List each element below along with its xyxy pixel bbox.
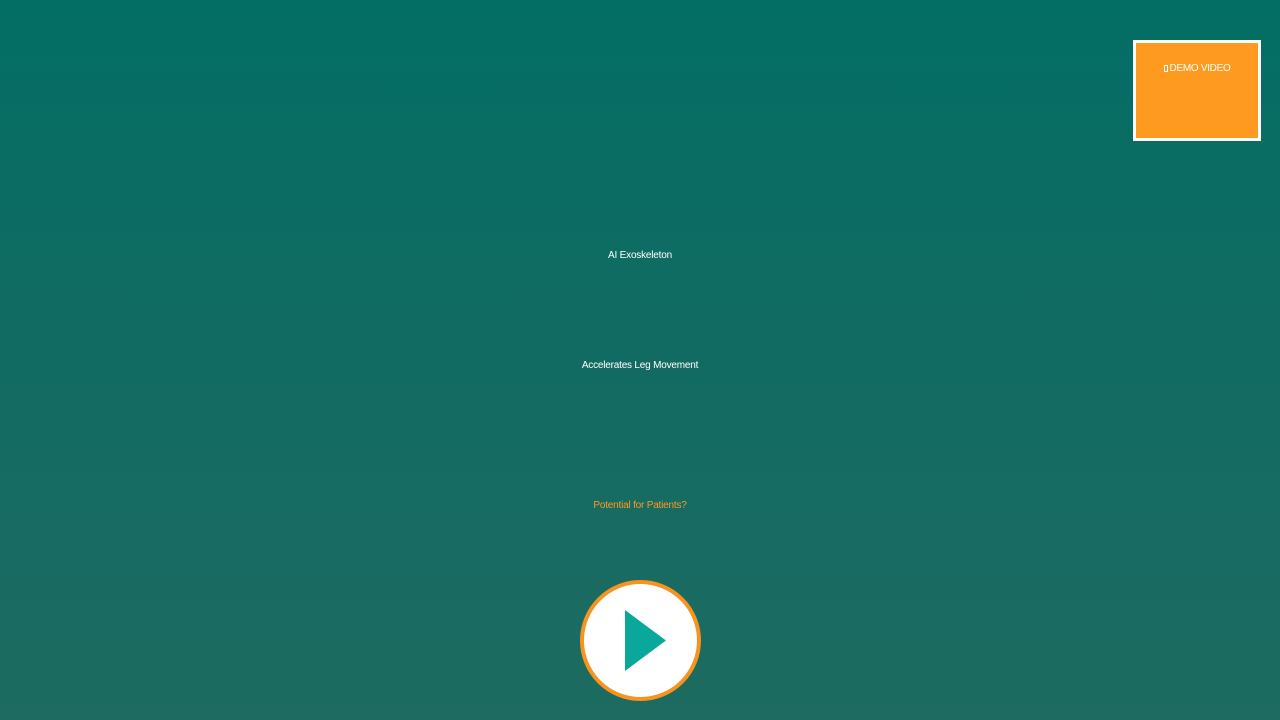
demo-video-badge: DEMO VIDEO (1133, 40, 1261, 141)
page-question: Potential for Patients? (593, 500, 687, 511)
demo-video-badge-content: DEMO VIDEO (1136, 63, 1258, 74)
play-button[interactable] (580, 580, 701, 701)
page-title: AI Exoskeleton (608, 250, 672, 261)
film-icon (1163, 65, 1168, 72)
demo-video-label: DEMO VIDEO (1169, 63, 1231, 74)
page-subtitle: Accelerates Leg Movement (581, 360, 699, 371)
play-icon (625, 610, 666, 671)
